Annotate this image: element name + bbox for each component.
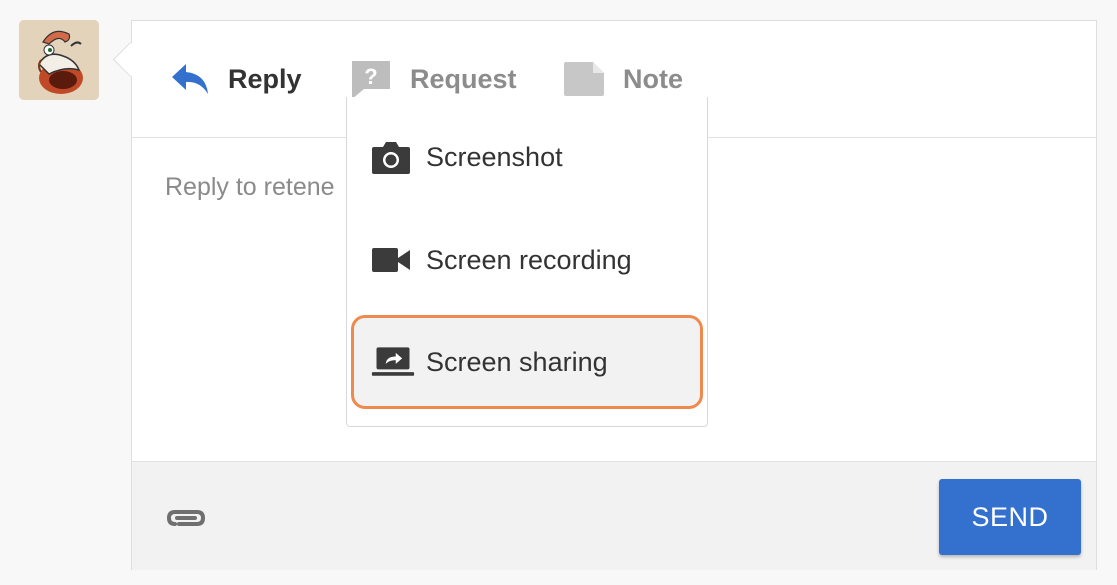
dropdown-item-label: Screenshot	[426, 141, 563, 172]
dropdown-item-screen-sharing[interactable]: Screen sharing	[351, 315, 703, 409]
camera-icon	[371, 139, 415, 175]
reply-arrow-icon	[170, 59, 214, 99]
tab-reply-label: Reply	[228, 63, 302, 94]
tab-reply[interactable]: Reply	[170, 59, 302, 99]
dropdown-item-label: Screen recording	[426, 244, 632, 275]
dropdown-item-label: Screen sharing	[426, 346, 608, 377]
avatar[interactable]	[19, 20, 99, 100]
send-button[interactable]: SEND	[939, 479, 1081, 555]
request-type-dropdown: Screenshot Screen recording Screen shari…	[346, 97, 708, 427]
avatar-image	[19, 20, 99, 100]
note-icon	[563, 59, 607, 99]
question-bubble-icon: ?	[350, 59, 394, 99]
tab-note[interactable]: Note	[563, 59, 683, 99]
dropdown-item-screen-recording[interactable]: Screen recording	[347, 230, 707, 290]
screen-share-icon	[371, 345, 415, 379]
video-camera-icon	[371, 246, 415, 274]
svg-text:?: ?	[364, 64, 377, 89]
tab-request-label: Request	[410, 63, 517, 94]
composer-footer: SEND	[132, 461, 1096, 570]
reply-input-placeholder[interactable]: Reply to retene	[165, 173, 335, 202]
card-pointer-cover	[132, 41, 152, 81]
paperclip-icon[interactable]	[165, 506, 209, 530]
dropdown-item-screenshot[interactable]: Screenshot	[347, 127, 707, 187]
tab-note-label: Note	[623, 63, 683, 94]
tab-request[interactable]: ? Request	[350, 59, 517, 99]
